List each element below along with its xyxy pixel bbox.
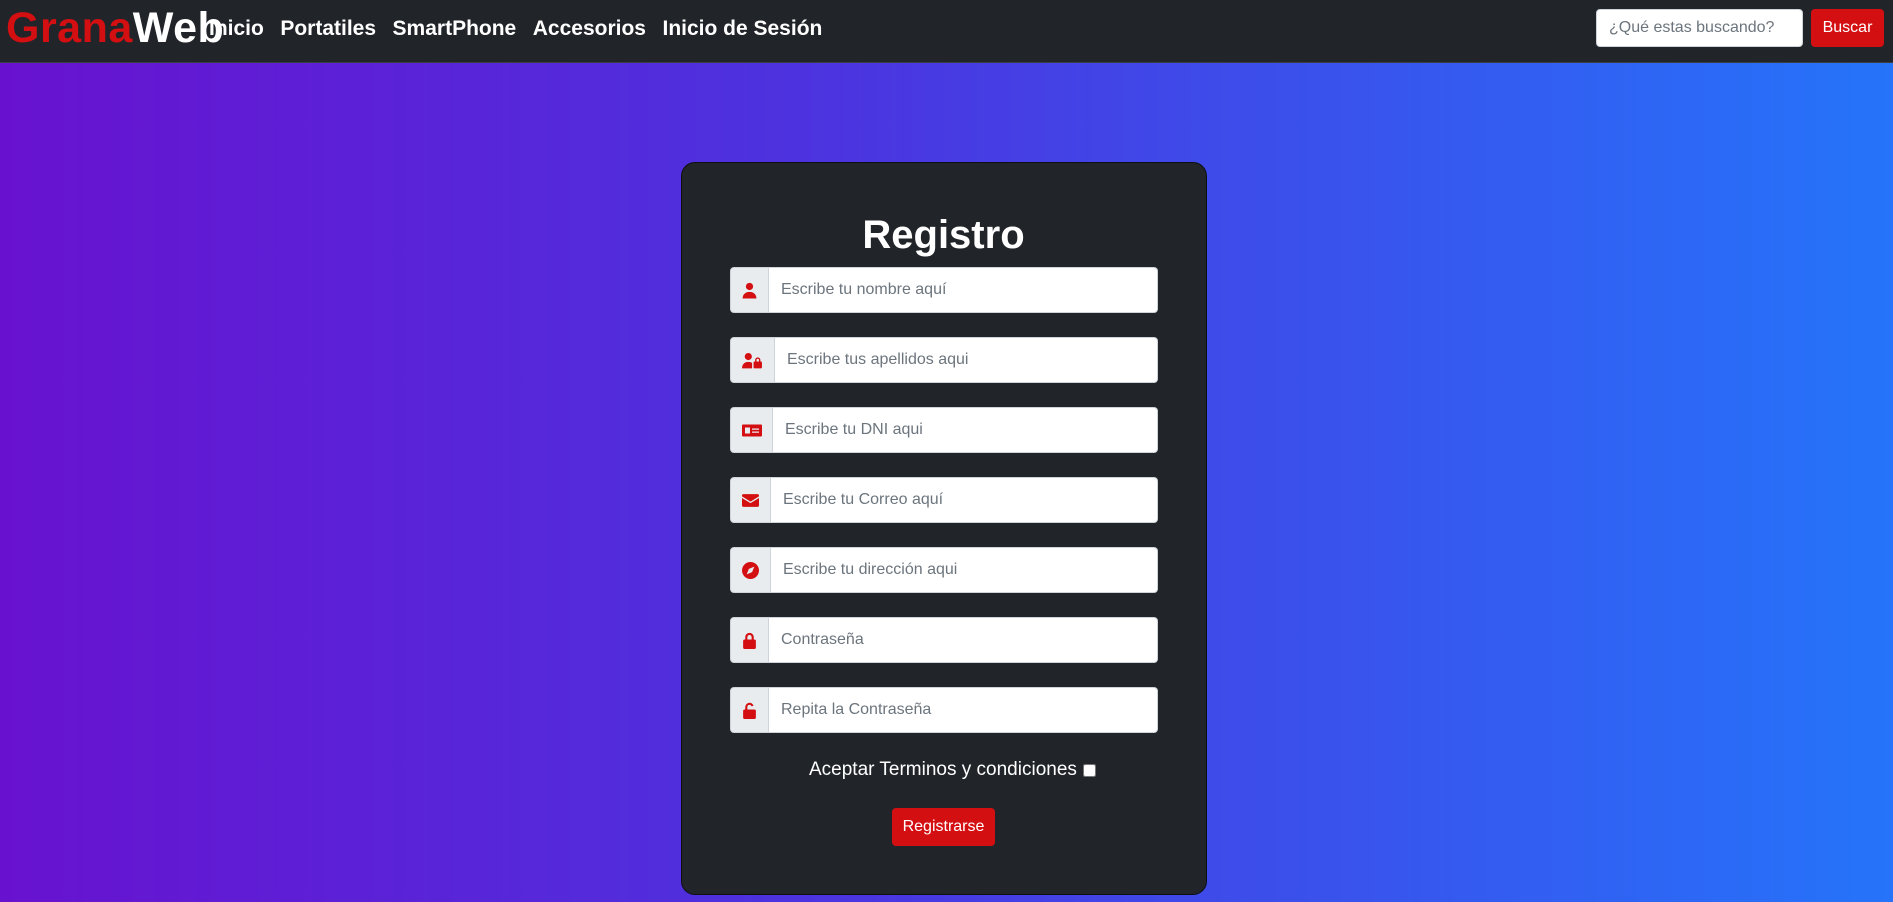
address-field-group (730, 547, 1158, 593)
nav-links: Inicio Portatiles SmartPhone Accesorios … (209, 15, 839, 43)
email-input[interactable] (771, 477, 1158, 523)
nav-link-smartphone[interactable]: SmartPhone (393, 15, 517, 43)
surname-input[interactable] (775, 337, 1158, 383)
user-icon (730, 267, 769, 313)
search-input[interactable] (1596, 9, 1803, 47)
dni-input[interactable] (773, 407, 1158, 453)
envelope-icon (730, 477, 771, 523)
email-field-group (730, 477, 1158, 523)
nav-link-portatiles[interactable]: Portatiles (280, 15, 376, 43)
brand-logo-part1: Grana (6, 4, 133, 52)
nav-link-accesorios[interactable]: Accesorios (533, 15, 646, 43)
register-button[interactable]: Registrarse (892, 808, 995, 846)
surname-field-group (730, 337, 1158, 383)
address-input[interactable] (771, 547, 1158, 593)
terms-row: Aceptar Terminos y condiciones (809, 758, 1096, 782)
compass-icon (730, 547, 771, 593)
user-lock-icon (730, 337, 775, 383)
name-input[interactable] (769, 267, 1158, 313)
confirm-password-field-group (730, 687, 1158, 733)
lock-icon (730, 617, 769, 663)
confirm-password-input[interactable] (769, 687, 1158, 733)
terms-label: Aceptar Terminos y condiciones (809, 759, 1077, 780)
password-input[interactable] (769, 617, 1158, 663)
terms-checkbox[interactable] (1082, 763, 1096, 777)
navbar: GranaWeb Inicio Portatiles SmartPhone Ac… (0, 0, 1893, 63)
name-field-group (730, 267, 1158, 313)
search-button[interactable]: Buscar (1811, 9, 1884, 47)
nav-link-inicio[interactable]: Inicio (209, 15, 264, 43)
brand-logo[interactable]: GranaWeb (6, 3, 224, 53)
dni-field-group (730, 407, 1158, 453)
unlock-icon (730, 687, 769, 733)
id-card-icon (730, 407, 773, 453)
nav-link-login[interactable]: Inicio de Sesión (662, 15, 822, 43)
page-title: Registro (862, 213, 1025, 257)
password-field-group (730, 617, 1158, 663)
